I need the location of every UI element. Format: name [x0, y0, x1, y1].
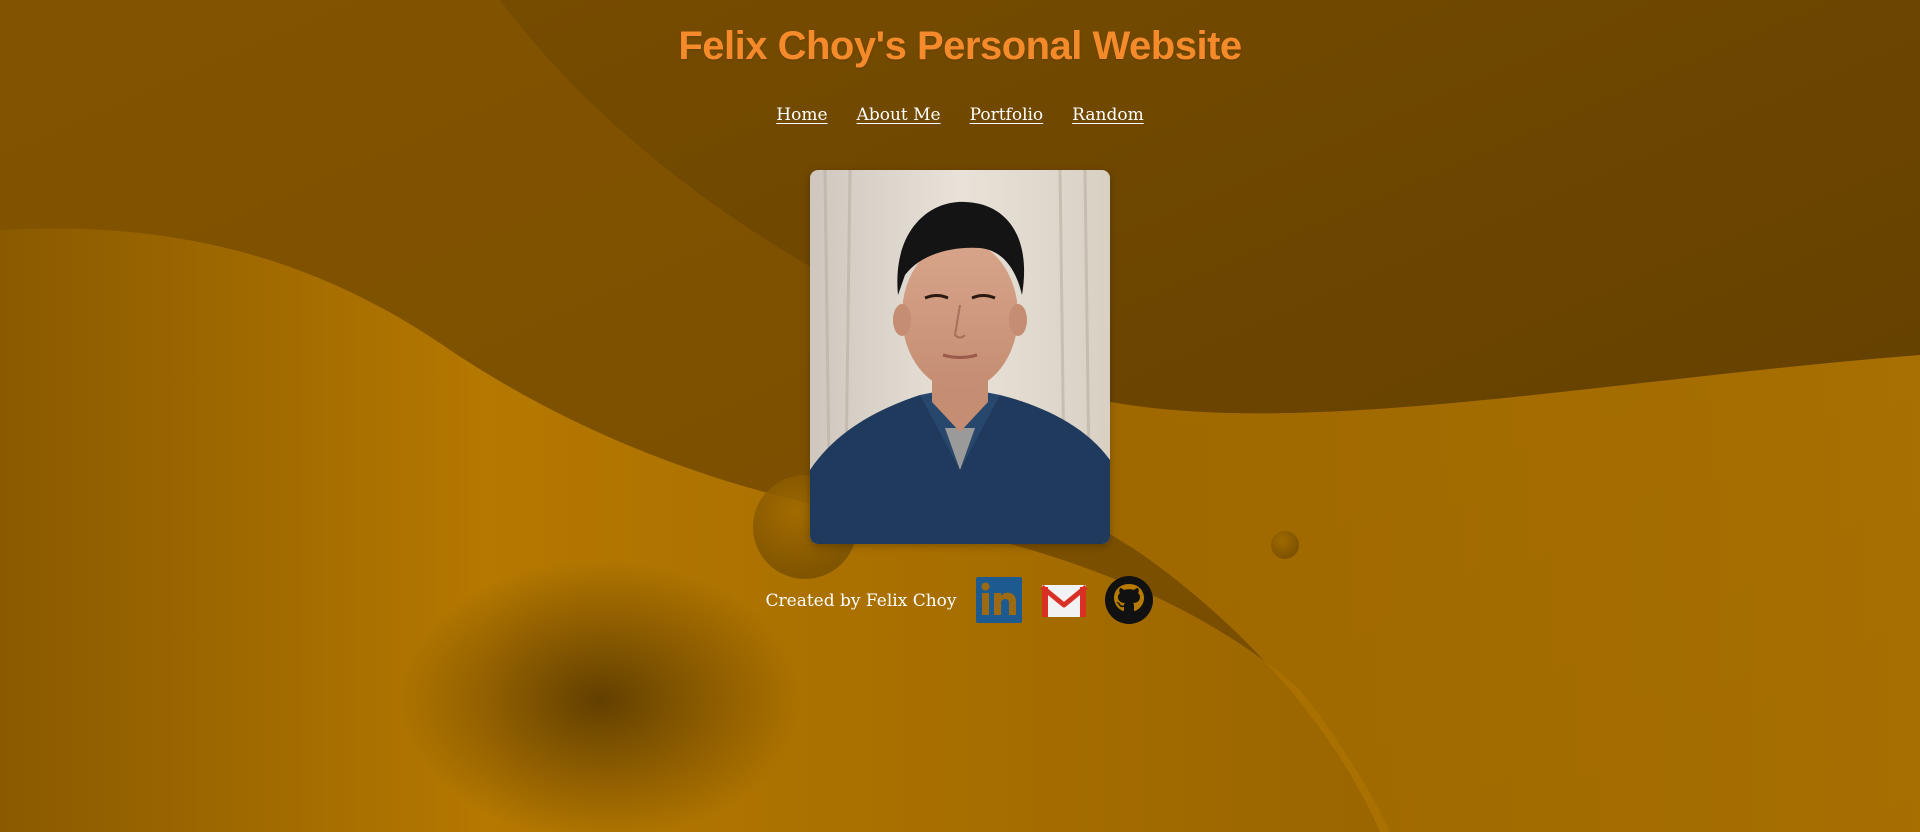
page: Felix Choy's Personal Website Home About…: [0, 0, 1920, 832]
footer-credit: Created by Felix Choy: [765, 591, 957, 611]
profile-photo: [810, 170, 1110, 544]
gmail-icon[interactable]: [1039, 575, 1089, 625]
nav-link-portfolio[interactable]: Portfolio: [970, 105, 1044, 125]
page-title: Felix Choy's Personal Website: [678, 24, 1242, 68]
main-nav: Home About Me Portfolio Random: [0, 105, 1920, 125]
linkedin-icon[interactable]: [974, 575, 1024, 625]
nav-link-about-me[interactable]: About Me: [857, 105, 941, 125]
github-icon[interactable]: [1104, 575, 1154, 625]
nav-link-home[interactable]: Home: [776, 105, 827, 125]
nav-link-random[interactable]: Random: [1072, 105, 1144, 125]
footer: Created by Felix Choy: [0, 575, 1920, 625]
